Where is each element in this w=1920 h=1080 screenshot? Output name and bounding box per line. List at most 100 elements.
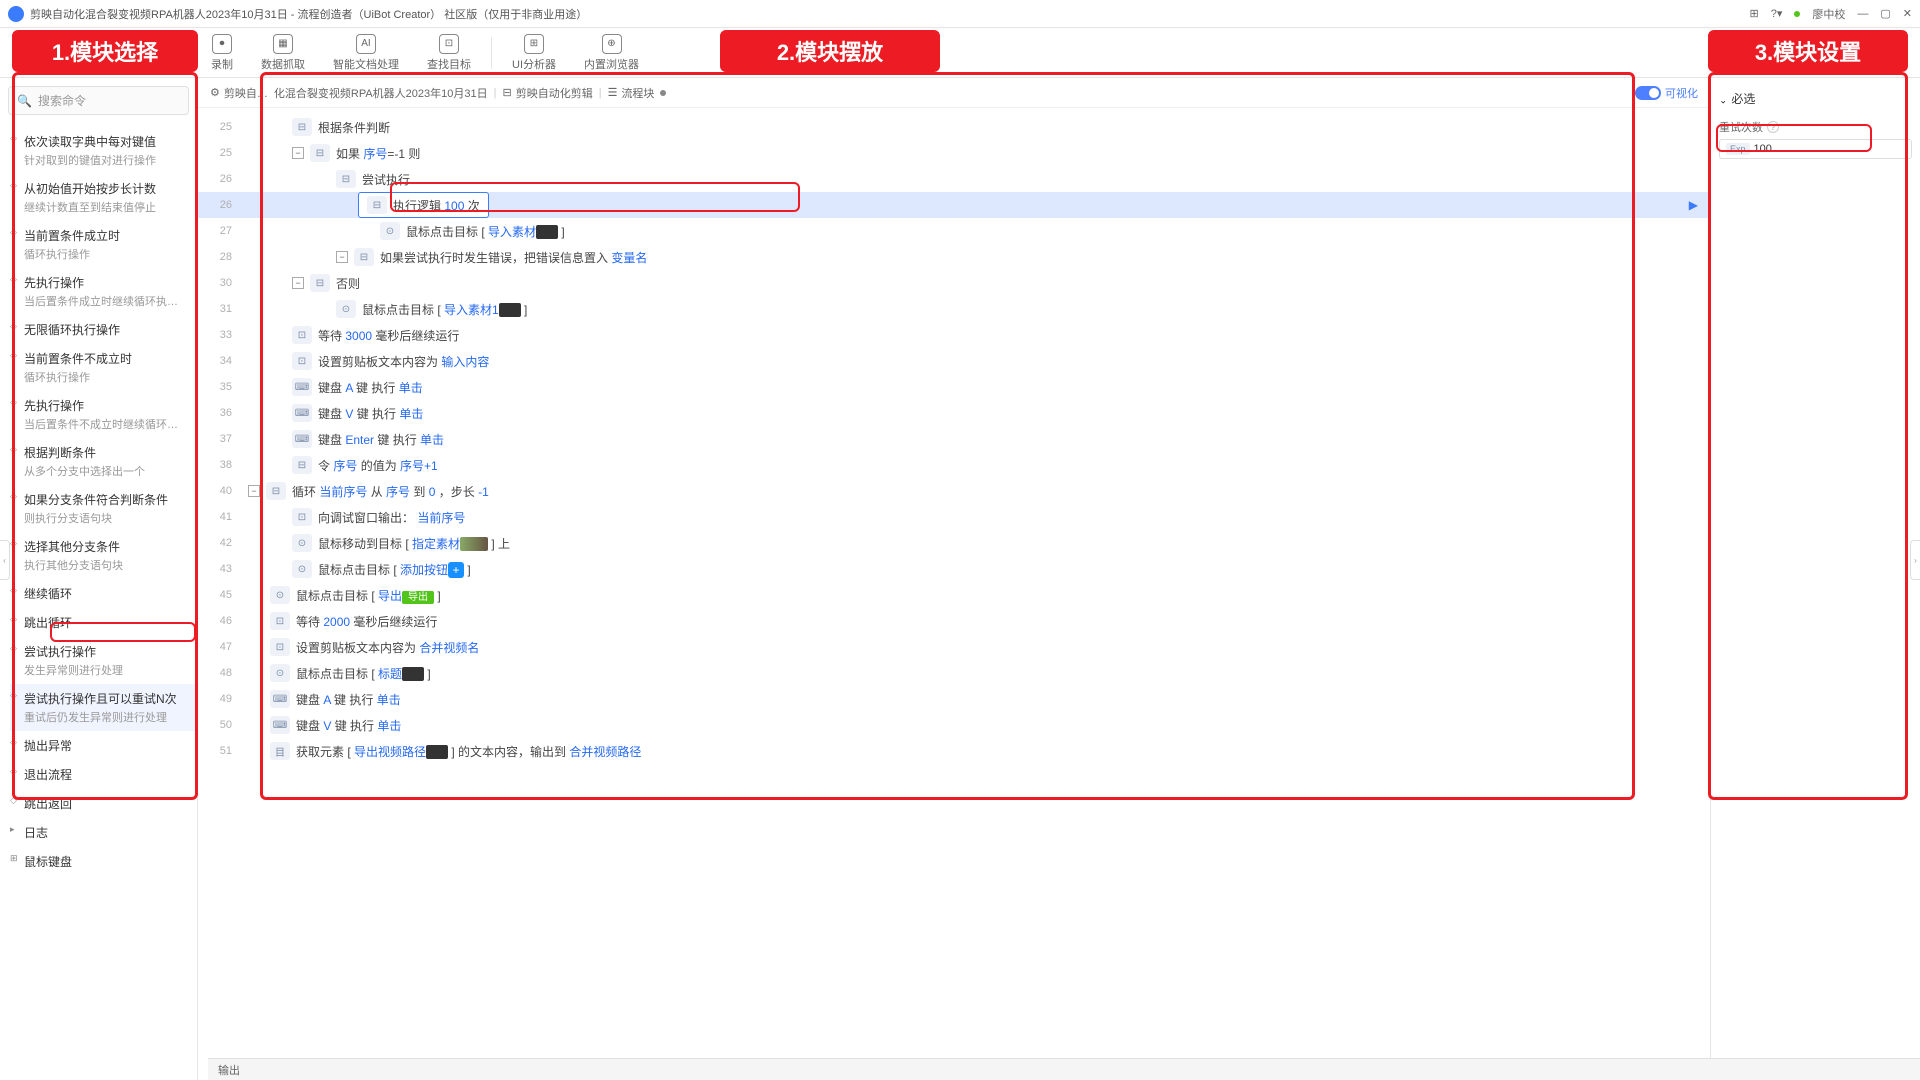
crumb-3[interactable]: ☰ 流程块 (608, 85, 655, 101)
bottom-bar[interactable]: 输出 (208, 1058, 1920, 1080)
block-icon: ⊟ (266, 482, 286, 500)
code-area[interactable]: 25⊟根据条件判断25−⊟如果 序号=-1 则26⊟尝试执行26⊟执行逻辑 10… (198, 108, 1710, 1080)
findtarget-button[interactable]: ⊡查找目标 (413, 30, 485, 76)
play-icon[interactable]: ▶ (1689, 198, 1698, 212)
search-input[interactable]: 🔍 搜索命令 (8, 86, 189, 115)
record-button[interactable]: ⏺录制 (197, 30, 247, 76)
sidebar-item[interactable]: 当前置条件成立时循环执行操作 (10, 221, 197, 268)
block-icon: ⊟ (367, 196, 387, 214)
code-line[interactable]: 37⌨键盘 Enter 键 执行 单击 (198, 426, 1710, 452)
help-icon[interactable]: ?▾ (1771, 7, 1783, 20)
block-icon: ⊡ (270, 612, 290, 630)
sidebar-item[interactable]: 选择其他分支条件执行其他分支语句块 (10, 532, 197, 579)
block-icon: ⌨ (270, 716, 290, 734)
retry-count-label: 重试次数 ? (1719, 119, 1912, 135)
sidebar-item[interactable]: 根据判断条件从多个分支中选择出一个 (10, 438, 197, 485)
sidebar-item[interactable]: 如果分支条件符合判断条件则执行分支语句块 (10, 485, 197, 532)
code-line[interactable]: 26⊟尝试执行 (198, 166, 1710, 192)
sidebar-item[interactable]: 尝试执行操作且可以重试N次重试后仍发生异常则进行处理 (10, 684, 197, 731)
minimize-button[interactable]: — (1857, 8, 1868, 20)
block-icon: ⊟ (354, 248, 374, 266)
code-line[interactable]: 38⊟令 序号 的值为 序号+1 (198, 452, 1710, 478)
sidebar-item[interactable]: 无限循环执行操作 (10, 315, 197, 344)
sidebar-category[interactable]: 鼠标键盘 (10, 847, 197, 876)
capture-button[interactable]: ▦数据抓取 (247, 30, 319, 76)
code-line[interactable]: 31⊙鼠标点击目标 [ 导入素材1 ] (198, 296, 1710, 322)
block-icon: ⊙ (292, 534, 312, 552)
block-icon: ⊡ (292, 352, 312, 370)
titlebar: 剪映自动化混合裂变视频RPA机器人2023年10月31日 - 流程创造者（UiB… (0, 0, 1920, 28)
retry-count-input[interactable]: Exp 100 (1719, 139, 1912, 159)
code-line[interactable]: 41⊡向调试窗口输出： 当前序号 (198, 504, 1710, 530)
sidebar-item[interactable]: 从初始值开始按步长计数继续计数直至到结束值停止 (10, 174, 197, 221)
crumb-2[interactable]: ⊟ 剪映自动化剪辑 (502, 85, 592, 101)
switch-icon[interactable] (1635, 86, 1661, 100)
crumb-root[interactable]: ⚙ 剪映自… (210, 85, 268, 101)
sidebar-item[interactable]: 跳出返回 (10, 789, 197, 818)
help-icon[interactable]: ? (1767, 121, 1779, 133)
code-line[interactable]: 40−⊟循环 当前序号 从 序号 到 0 ，步长 -1 (198, 478, 1710, 504)
block-icon: ⊟ (336, 170, 356, 188)
code-line[interactable]: 28−⊟如果尝试执行时发生错误，把错误信息置入 变量名 (198, 244, 1710, 270)
uianalyzer-button[interactable]: ⊞UI分析器 (498, 30, 570, 76)
properties-panel: 必选 重试次数 ? Exp 100 (1710, 78, 1920, 1080)
fold-icon[interactable]: − (336, 251, 348, 263)
sidebar-item[interactable]: 先执行操作当后置条件成立时继续循环执… (10, 268, 197, 315)
sidebar-item[interactable]: 依次读取字典中每对键值针对取到的键值对进行操作 (10, 127, 197, 174)
code-line[interactable]: 46⊡等待 2000 毫秒后继续运行 (198, 608, 1710, 634)
breadcrumb: ⚙ 剪映自… 化混合裂变视频RPA机器人2023年10月31日 | ⊟ 剪映自动… (198, 78, 1710, 108)
banner-2: 2.模块摆放 (720, 30, 940, 72)
fold-icon[interactable]: − (248, 485, 260, 497)
code-line[interactable]: 48⊙鼠标点击目标 [ 标题 ] (198, 660, 1710, 686)
sidebar-item[interactable]: 尝试执行操作发生异常则进行处理 (10, 637, 197, 684)
maximize-button[interactable]: ▢ (1880, 7, 1890, 20)
block-icon: ⊙ (336, 300, 356, 318)
window-controls: ⊞ ?▾ 廖中校 — ▢ ✕ (1750, 6, 1912, 22)
block-icon: ⊟ (292, 456, 312, 474)
smartdoc-button[interactable]: AI智能文档处理 (319, 30, 413, 76)
block-icon: ⊟ (310, 144, 330, 162)
sidebar-item[interactable]: 抛出异常 (10, 731, 197, 760)
sidebar-item[interactable]: 继续循环 (10, 579, 197, 608)
code-line[interactable]: 33⊡等待 3000 毫秒后继续运行 (198, 322, 1710, 348)
user-name[interactable]: 廖中校 (1812, 6, 1845, 22)
apps-icon[interactable]: ⊞ (1750, 7, 1759, 20)
code-line[interactable]: 42⊙鼠标移动到目标 [ 指定素材 ] 上 (198, 530, 1710, 556)
search-placeholder: 搜索命令 (38, 92, 86, 109)
code-line[interactable]: 49⌨键盘 A 键 执行 单击 (198, 686, 1710, 712)
sidebar-item[interactable]: 退出流程 (10, 760, 197, 789)
code-line[interactable]: 51目获取元素 [ 导出视频路径 ] 的文本内容，输出到 合并视频路径 (198, 738, 1710, 764)
code-line[interactable]: 45⊙鼠标点击目标 [ 导出导出 ] (198, 582, 1710, 608)
props-section-header[interactable]: 必选 (1719, 86, 1912, 111)
code-line[interactable]: 25−⊟如果 序号=-1 则 (198, 140, 1710, 166)
fold-icon[interactable]: − (292, 277, 304, 289)
crumb-1[interactable]: 化混合裂变视频RPA机器人2023年10月31日 (274, 85, 488, 101)
sidebar-item[interactable]: 先执行操作当后置条件不成立时继续循环… (10, 391, 197, 438)
code-line[interactable]: 30−⊟否则 (198, 270, 1710, 296)
block-icon: ⊙ (270, 664, 290, 682)
code-line[interactable]: 27⊙鼠标点击目标 [ 导入素材 ] (198, 218, 1710, 244)
exp-badge: Exp (1726, 143, 1750, 155)
code-line[interactable]: 36⌨键盘 V 键 执行 单击 (198, 400, 1710, 426)
code-line[interactable]: 25⊟根据条件判断 (198, 114, 1710, 140)
code-line[interactable]: 47⊡设置剪贴板文本内容为 合并视频名 (198, 634, 1710, 660)
search-icon: 🔍 (17, 94, 32, 108)
fold-icon[interactable]: − (292, 147, 304, 159)
banner-3: 3.模块设置 (1708, 30, 1908, 72)
block-icon: ⊟ (292, 118, 312, 136)
left-collapse-handle[interactable]: ‹ (0, 540, 10, 580)
close-button[interactable]: ✕ (1903, 7, 1912, 20)
block-icon: ⊡ (292, 326, 312, 344)
code-line[interactable]: 43⊙鼠标点击目标 [ 添加按钮+ ] (198, 556, 1710, 582)
code-line[interactable]: 26⊟执行逻辑 100 次▶ (198, 192, 1710, 218)
browser-button[interactable]: ⊕内置浏览器 (570, 30, 653, 76)
code-line[interactable]: 35⌨键盘 A 键 执行 单击 (198, 374, 1710, 400)
sidebar-item[interactable]: 当前置条件不成立时循环执行操作 (10, 344, 197, 391)
visual-toggle[interactable]: 可视化 (1635, 85, 1698, 101)
sidebar-item[interactable]: 跳出循环 (10, 608, 197, 637)
sidebar-category[interactable]: 日志 (10, 818, 197, 847)
code-line[interactable]: 34⊡设置剪贴板文本内容为 输入内容 (198, 348, 1710, 374)
output-tab[interactable]: 输出 (218, 1062, 240, 1078)
right-collapse-handle[interactable]: › (1910, 540, 1920, 580)
code-line[interactable]: 50⌨键盘 V 键 执行 单击 (198, 712, 1710, 738)
